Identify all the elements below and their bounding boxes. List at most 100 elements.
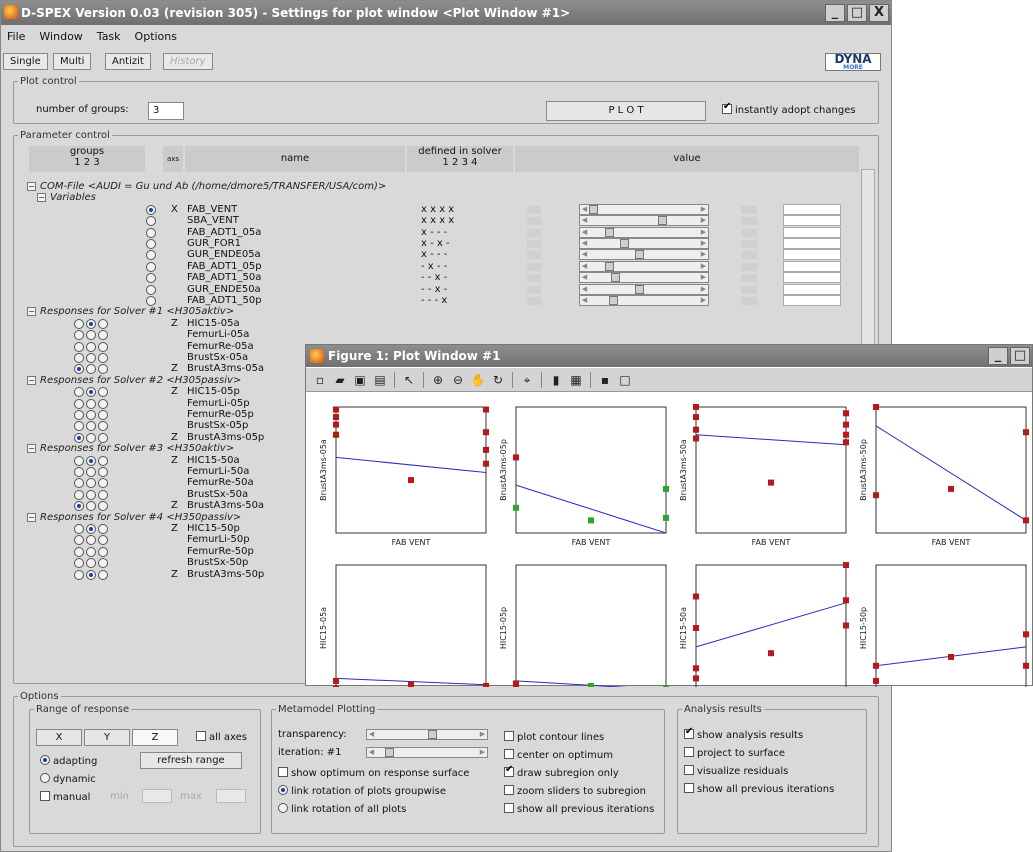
print-icon[interactable]: ▤ bbox=[372, 372, 388, 388]
new-file-icon[interactable]: ▫ bbox=[312, 372, 328, 388]
variable-axis-radio[interactable] bbox=[146, 216, 156, 226]
group-radio[interactable] bbox=[86, 478, 96, 488]
adapting-radio[interactable] bbox=[40, 755, 50, 765]
zoom-in-icon[interactable]: ⊕ bbox=[430, 372, 446, 388]
minimize-button[interactable]: _ bbox=[825, 4, 845, 22]
variable-value-input[interactable] bbox=[783, 204, 841, 215]
variable-axis-radio[interactable] bbox=[146, 285, 156, 295]
center-optimum-checkbox[interactable] bbox=[504, 749, 514, 759]
project-surface-checkbox[interactable] bbox=[684, 747, 694, 757]
draw-subregion-checkbox[interactable] bbox=[504, 764, 514, 777]
variable-axis-radio[interactable] bbox=[146, 239, 156, 249]
visualize-residuals-checkbox[interactable] bbox=[684, 765, 694, 775]
plot-button[interactable]: P L O T bbox=[546, 101, 706, 121]
group-radio[interactable] bbox=[98, 524, 108, 534]
group-radio[interactable] bbox=[86, 535, 96, 545]
zoom-sliders-checkbox[interactable] bbox=[504, 785, 514, 795]
slider-left-arrow-icon[interactable]: ◀ bbox=[367, 748, 376, 757]
variable-axis-radio[interactable] bbox=[146, 228, 156, 238]
plot-contour-option[interactable]: plot contour lines bbox=[504, 731, 604, 743]
solver-group-row[interactable]: − Responses for Solver #3 <H350aktiv> bbox=[27, 443, 234, 455]
variable-value-input[interactable] bbox=[783, 261, 841, 272]
groups-input[interactable]: 3 bbox=[148, 102, 184, 120]
link-groupwise-radio[interactable] bbox=[278, 785, 288, 795]
group-radio[interactable] bbox=[86, 410, 96, 420]
group-radio[interactable] bbox=[98, 501, 108, 511]
zoom-out-icon[interactable]: ⊖ bbox=[450, 372, 466, 388]
analysis-prev-iter-option[interactable]: show all previous iterations bbox=[684, 783, 834, 795]
menu-file[interactable]: File bbox=[7, 27, 25, 47]
menu-window[interactable]: Window bbox=[39, 27, 82, 47]
slider-left-arrow-icon[interactable]: ◀ bbox=[580, 228, 589, 237]
group-radio[interactable] bbox=[98, 433, 108, 443]
show-optimum-option[interactable]: show optimum on response surface bbox=[278, 767, 469, 779]
show-prev-iter-checkbox[interactable] bbox=[504, 803, 514, 813]
variable-value-input[interactable] bbox=[783, 215, 841, 226]
group-radio[interactable] bbox=[86, 558, 96, 568]
slider-left-arrow-icon[interactable]: ◀ bbox=[580, 250, 589, 259]
transparency-slider-thumb[interactable] bbox=[427, 730, 437, 739]
variable-slider-thumb[interactable] bbox=[589, 205, 598, 214]
z-axis-button[interactable]: Z bbox=[132, 729, 178, 746]
iteration-slider[interactable]: ◀ ▶ bbox=[366, 747, 488, 758]
variable-slider[interactable]: ◀ ▶ bbox=[579, 284, 709, 295]
refresh-range-button[interactable]: refresh range bbox=[140, 752, 242, 769]
group-radio[interactable] bbox=[86, 433, 96, 443]
group-radio[interactable] bbox=[74, 501, 84, 511]
manual-option[interactable]: manual bbox=[40, 791, 90, 803]
menu-task[interactable]: Task bbox=[97, 27, 121, 47]
rotate-3d-icon[interactable]: ↻ bbox=[490, 372, 506, 388]
data-cursor-icon[interactable]: ⌖ bbox=[519, 372, 535, 388]
collapse-icon[interactable]: − bbox=[27, 376, 36, 385]
all-axes-checkbox[interactable] bbox=[196, 731, 206, 741]
slider-right-arrow-icon[interactable]: ▶ bbox=[699, 273, 708, 282]
group-radio[interactable] bbox=[74, 456, 84, 466]
slider-right-arrow-icon[interactable]: ▶ bbox=[699, 296, 708, 305]
iteration-slider-thumb[interactable] bbox=[385, 748, 395, 757]
show-analysis-option[interactable]: show analysis results bbox=[684, 726, 803, 741]
group-radio[interactable] bbox=[74, 547, 84, 557]
collapse-icon[interactable]: − bbox=[27, 182, 36, 191]
variable-axis-radio[interactable] bbox=[146, 262, 156, 272]
variable-axis-radio[interactable] bbox=[146, 205, 156, 215]
open-folder-icon[interactable]: ▰ bbox=[332, 372, 348, 388]
adapting-option[interactable]: adapting bbox=[40, 755, 97, 767]
dynamic-radio[interactable] bbox=[40, 773, 50, 783]
save-icon[interactable]: ▣ bbox=[352, 372, 368, 388]
slider-right-arrow-icon[interactable]: ▶ bbox=[699, 216, 708, 225]
group-radio[interactable] bbox=[86, 467, 96, 477]
group-radio[interactable] bbox=[74, 330, 84, 340]
group-radio[interactable] bbox=[98, 364, 108, 374]
variable-axis-radio[interactable] bbox=[146, 250, 156, 260]
group-radio[interactable] bbox=[74, 364, 84, 374]
pointer-icon[interactable]: ↖ bbox=[401, 372, 417, 388]
group-radio[interactable] bbox=[74, 535, 84, 545]
group-radio[interactable] bbox=[98, 319, 108, 329]
figure-maximize-button[interactable]: □ bbox=[1010, 347, 1030, 365]
link-all-radio[interactable] bbox=[278, 803, 288, 813]
group-radio[interactable] bbox=[74, 421, 84, 431]
group-radio[interactable] bbox=[74, 478, 84, 488]
group-radio[interactable] bbox=[98, 535, 108, 545]
variable-slider[interactable]: ◀ ▶ bbox=[579, 261, 709, 272]
collapse-icon[interactable]: − bbox=[27, 307, 36, 316]
plot-contour-checkbox[interactable] bbox=[504, 731, 514, 741]
maximize-button[interactable]: □ bbox=[847, 4, 867, 22]
variable-slider-thumb[interactable] bbox=[605, 228, 615, 237]
zoom-sliders-option[interactable]: zoom sliders to subregion bbox=[504, 785, 646, 797]
variable-slider-thumb[interactable] bbox=[605, 262, 615, 271]
slider-left-arrow-icon[interactable]: ◀ bbox=[580, 285, 589, 294]
variable-value-input[interactable] bbox=[783, 249, 841, 260]
slider-left-arrow-icon[interactable]: ◀ bbox=[367, 730, 376, 739]
group-radio[interactable] bbox=[86, 330, 96, 340]
group-radio[interactable] bbox=[74, 353, 84, 363]
variable-slider-thumb[interactable] bbox=[611, 273, 621, 282]
solver-group-row[interactable]: − Responses for Solver #1 <H305aktiv> bbox=[27, 306, 234, 318]
menu-options[interactable]: Options bbox=[135, 27, 177, 47]
group-radio[interactable] bbox=[74, 467, 84, 477]
group-radio[interactable] bbox=[86, 547, 96, 557]
group-radio[interactable] bbox=[74, 433, 84, 443]
show-optimum-checkbox[interactable] bbox=[278, 767, 288, 777]
group-radio[interactable] bbox=[98, 399, 108, 409]
group-radio[interactable] bbox=[74, 399, 84, 409]
